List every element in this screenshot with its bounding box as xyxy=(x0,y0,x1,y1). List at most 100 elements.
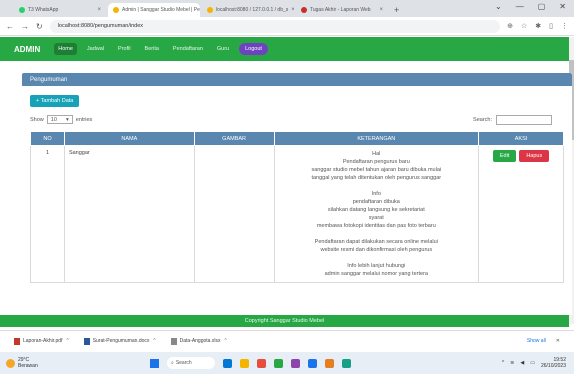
taskbar-app-icon[interactable] xyxy=(308,358,317,368)
download-item[interactable]: Laporan-Akhir.pdf ⌃ xyxy=(14,337,70,345)
keterangan-line xyxy=(279,254,475,262)
download-filename: Laporan-Akhir.pdf xyxy=(23,338,63,344)
entries-select[interactable]: 10 ▾ xyxy=(46,115,73,124)
delete-button[interactable]: Hapus xyxy=(519,150,550,162)
extensions-icon[interactable]: ✱ xyxy=(535,22,541,30)
weather-widget[interactable]: 29°C Berawan xyxy=(6,357,38,369)
clock-date: 26/10/2023 xyxy=(540,363,566,369)
clock[interactable]: 19:52 26/10/2023 xyxy=(541,357,566,369)
taskbar-app-icon[interactable] xyxy=(342,358,351,368)
tab-favicon-icon xyxy=(207,7,213,13)
column-header-aksi: AKSI xyxy=(478,131,564,146)
taskbar-app-icon[interactable] xyxy=(240,358,249,368)
search-input[interactable] xyxy=(496,115,552,125)
close-window-icon[interactable]: ✕ xyxy=(559,2,566,11)
tray-chevron-icon[interactable]: ^ xyxy=(502,360,504,366)
file-gray-icon xyxy=(170,337,177,345)
taskbar-app-icon[interactable] xyxy=(223,358,232,368)
battery-icon[interactable]: ▭ xyxy=(530,360,535,366)
column-header-gambar: GAMBAR xyxy=(193,131,275,146)
volume-icon[interactable]: ◀ xyxy=(520,360,524,366)
keterangan-line: sanggar studio mebel tahun ajaran baru d… xyxy=(311,167,442,173)
taskbar-app-icon[interactable] xyxy=(274,358,283,368)
taskbar-app-icon[interactable] xyxy=(291,358,300,368)
keterangan-line: Info xyxy=(371,191,381,197)
footer-text: Copyright Sanggar Studio Mebel xyxy=(244,318,325,324)
entries-label: entries xyxy=(75,116,93,123)
search-icon: ⌕ xyxy=(171,360,174,366)
bookmark-star-icon[interactable]: ☆ xyxy=(521,22,527,30)
system-tray: ^ ≋ ◀ ▭ 19:52 26/10/2023 xyxy=(502,357,566,369)
close-downloads-icon[interactable]: ✕ xyxy=(556,338,560,344)
zoom-icon[interactable]: ⊕ xyxy=(507,22,513,30)
keterangan-line: Info lebih lanjut hubungi xyxy=(347,263,406,269)
announcement-card: Pengumuman + Tambah Data Show 10 ▾ entri… xyxy=(22,73,572,315)
keterangan-line xyxy=(279,230,475,238)
download-filename: Surat-Pengumuman.docx xyxy=(92,338,150,344)
tab-close-icon[interactable]: × xyxy=(291,7,294,13)
tab-close-icon[interactable]: × xyxy=(379,7,383,13)
table-header-row: NO NAMA GAMBAR KETERANGAN AKSI xyxy=(30,131,564,146)
window-tabs-menu-icon[interactable]: ⌄ xyxy=(495,2,502,11)
column-header-nama: NAMA xyxy=(63,131,195,146)
download-item[interactable]: Surat-Pengumuman.docx ⌃ xyxy=(83,337,157,345)
brand-logo[interactable]: ADMIN xyxy=(14,45,40,54)
entries-select-value: 10 xyxy=(50,116,57,123)
nav-link-pendaftaran[interactable]: Pendaftaran xyxy=(169,43,207,55)
tab-label: Admin | Sanggar Studio Mebel | Pe xyxy=(122,7,200,13)
taskbar-app-icon[interactable] xyxy=(257,358,266,368)
url-field[interactable]: localhost:8080/pengumuman/index xyxy=(49,19,501,33)
add-data-button[interactable]: + Tambah Data xyxy=(30,95,80,107)
show-all-downloads-link[interactable]: Show all xyxy=(527,338,546,344)
keterangan-line: syarat xyxy=(368,215,384,221)
search-label: Search: xyxy=(473,117,492,123)
tab-favicon-icon xyxy=(113,7,119,13)
maximize-icon[interactable]: ▢ xyxy=(538,2,546,11)
tab-label: Tugas Akhir - Laporan Web xyxy=(310,7,371,13)
download-item[interactable]: Data-Anggota.xlsx ⌃ xyxy=(170,337,228,345)
chevron-up-icon[interactable]: ⌃ xyxy=(65,338,69,344)
logout-button[interactable]: Logout xyxy=(239,43,268,55)
minimize-icon[interactable]: — xyxy=(516,2,524,11)
cell-nama: Sanggar xyxy=(63,145,195,283)
nav-link-berita[interactable]: Berita xyxy=(141,43,163,55)
menu-dots-icon[interactable]: ⋮ xyxy=(561,22,568,30)
edit-button[interactable]: Edit xyxy=(492,150,517,162)
keterangan-line: Hal xyxy=(372,151,381,157)
chevron-up-icon[interactable]: ⌃ xyxy=(152,338,156,344)
browser-tab[interactable]: T3 WhatsApp × xyxy=(14,3,106,17)
nav-link-guru[interactable]: Guru xyxy=(213,43,233,55)
keterangan-line: Pendaftaran pengurus baru xyxy=(342,159,410,165)
browser-tab[interactable]: Admin | Sanggar Studio Mebel | Pe× xyxy=(108,3,200,17)
cell-gambar xyxy=(193,145,275,283)
browser-tab[interactable]: Tugas Akhir - Laporan Web × xyxy=(296,3,388,17)
file-doc-icon xyxy=(83,337,90,345)
sidebar-icon[interactable]: ▯ xyxy=(549,22,553,30)
browser-tab[interactable]: localhost:8080 / 127.0.0.1 / db_s × xyxy=(202,3,294,17)
taskbar-app-icon[interactable] xyxy=(325,358,334,368)
keterangan-line: silahkan datang langsung ke sekretariat xyxy=(327,207,425,213)
nav-link-profil[interactable]: Profil xyxy=(114,43,135,55)
keterangan-line: admin sanggar melalui nomor yang tertera xyxy=(324,271,428,277)
card-header: Pengumuman xyxy=(22,73,572,86)
keterangan-line: Pendaftaran dapat dilakukan secara onlin… xyxy=(314,239,438,245)
table-row: 1 Sanggar Hal Pendaftaran pengurus baru sang… xyxy=(30,145,564,283)
keterangan-line: website resmi dan dikonfirmasi oleh peng… xyxy=(320,247,433,253)
new-tab-button[interactable]: + xyxy=(394,3,399,17)
back-icon[interactable]: ← xyxy=(6,22,14,31)
entries-length-control: Show 10 ▾ entries xyxy=(30,115,92,124)
address-bar-row: ← → ↻ localhost:8080/pengumuman/index ⊕ … xyxy=(0,17,574,36)
tab-close-icon[interactable]: × xyxy=(97,7,101,13)
browser-tab-bar: T3 WhatsApp × Admin | Sanggar Studio Mebel… xyxy=(0,0,574,17)
reload-icon[interactable]: ↻ xyxy=(36,22,43,31)
chevron-up-icon[interactable]: ⌃ xyxy=(223,338,227,344)
windows-start-icon[interactable] xyxy=(150,358,159,368)
nav-link-jadwal[interactable]: Jadwal xyxy=(83,43,108,55)
wifi-icon[interactable]: ≋ xyxy=(510,360,514,366)
taskbar-search-input[interactable]: ⌕ Search xyxy=(167,357,215,369)
file-pdf-icon xyxy=(14,337,20,345)
column-header-keterangan: KETERANGAN xyxy=(273,131,480,146)
forward-icon[interactable]: → xyxy=(21,22,29,31)
column-header-no: NO xyxy=(30,131,65,146)
nav-link-home[interactable]: Home xyxy=(54,43,77,55)
